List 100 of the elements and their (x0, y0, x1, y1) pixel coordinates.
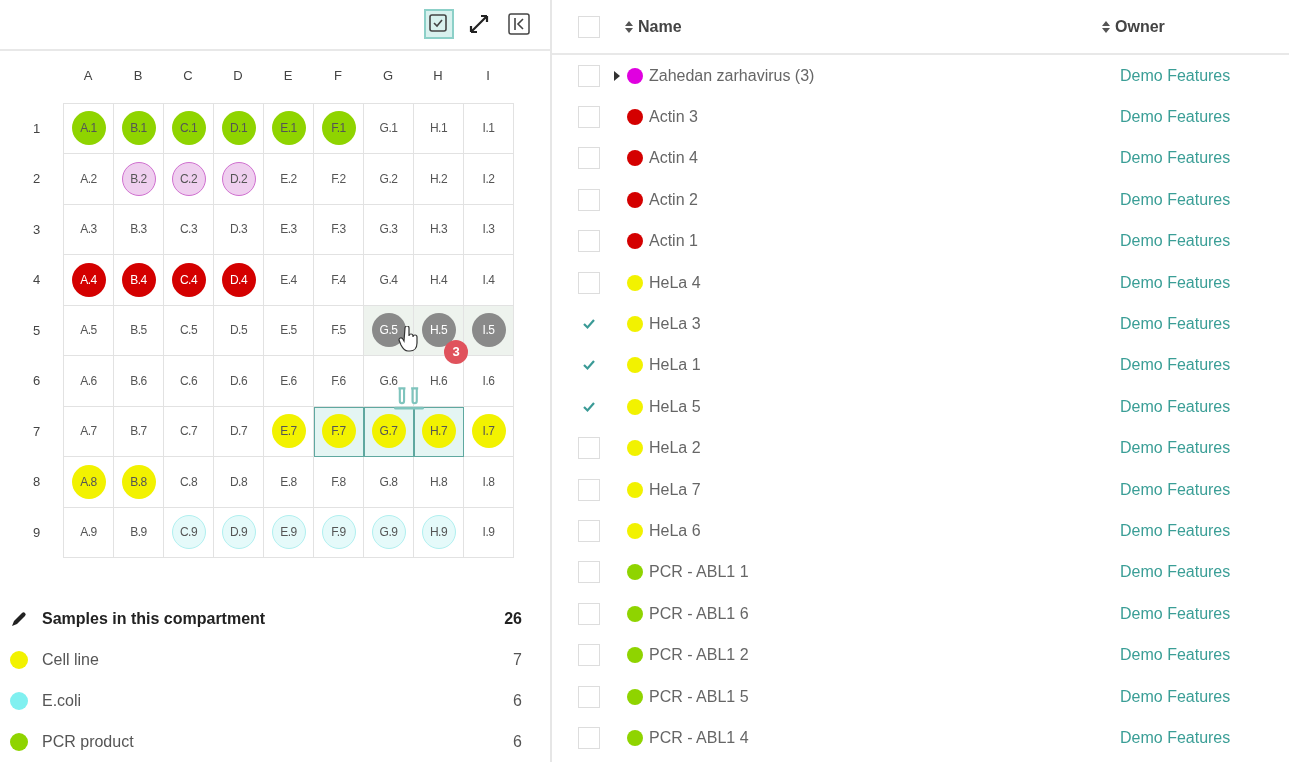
well-label[interactable]: D.3 (221, 212, 256, 247)
sample-name[interactable]: HeLa 2 (649, 439, 1120, 458)
sample-well[interactable]: B.1 (121, 111, 156, 146)
well-label[interactable]: G.3 (371, 212, 406, 247)
sample-name[interactable]: HeLa 1 (649, 356, 1120, 375)
sample-well[interactable]: H.5 (421, 313, 456, 348)
well-label[interactable]: F.4 (321, 262, 356, 297)
well-label[interactable]: E.4 (271, 262, 306, 297)
sample-name[interactable]: HeLa 6 (649, 522, 1120, 540)
well-label[interactable]: G.4 (371, 262, 406, 297)
sort-icon[interactable] (624, 19, 634, 34)
row-checkbox[interactable] (578, 644, 600, 667)
sample-name[interactable]: Zahedan zarhavirus (3) (649, 66, 1120, 85)
sample-well[interactable]: E.7 (271, 414, 306, 449)
well-label[interactable]: D.8 (221, 464, 256, 499)
well-label[interactable]: I.8 (471, 464, 506, 499)
sample-well[interactable]: G.7 (371, 414, 406, 449)
well-label[interactable]: A.5 (71, 313, 106, 348)
well-label[interactable]: H.8 (421, 464, 456, 499)
sample-well[interactable]: F.1 (321, 111, 356, 146)
well-label[interactable]: H.2 (421, 161, 456, 196)
row-checkbox[interactable] (578, 685, 600, 708)
sample-well[interactable]: A.4 (71, 262, 106, 297)
well-label[interactable]: I.1 (471, 111, 506, 146)
sample-well[interactable]: E.1 (271, 111, 306, 146)
sample-name[interactable]: PCR - ABL1 6 (649, 604, 1120, 623)
well-label[interactable]: I.6 (471, 363, 506, 398)
sample-name[interactable]: HeLa 4 (649, 273, 1120, 292)
sample-name[interactable]: PCR - ABL1 1 (649, 563, 1120, 582)
row-checkbox[interactable] (578, 478, 600, 501)
sample-well[interactable]: D.2 (221, 161, 256, 196)
sample-name[interactable]: HeLa 7 (649, 480, 1120, 499)
well-label[interactable]: A.9 (71, 515, 106, 550)
well-label[interactable]: E.5 (271, 313, 306, 348)
well-label[interactable]: G.2 (371, 161, 406, 196)
well-label[interactable]: B.6 (121, 363, 156, 398)
well-label[interactable]: B.9 (121, 515, 156, 550)
sample-name[interactable]: HeLa 3 (649, 315, 1120, 334)
well-label[interactable]: B.3 (121, 212, 156, 247)
row-checkbox[interactable] (578, 437, 600, 460)
expand-caret-icon[interactable] (613, 70, 621, 81)
sample-well[interactable]: G.9 (371, 515, 406, 550)
row-checkbox[interactable] (578, 726, 600, 749)
well-label[interactable]: C.6 (171, 363, 206, 398)
well-label[interactable]: F.6 (321, 363, 356, 398)
well-label[interactable]: I.2 (471, 161, 506, 196)
sample-well[interactable]: B.8 (121, 464, 156, 499)
well-label[interactable]: F.3 (321, 212, 356, 247)
select-mode-button[interactable] (424, 9, 454, 40)
sort-icon[interactable] (1101, 19, 1111, 34)
well-label[interactable]: D.7 (221, 414, 256, 449)
row-checkbox[interactable] (578, 271, 600, 294)
well-label[interactable]: C.5 (171, 313, 206, 348)
row-checkbox[interactable] (578, 106, 600, 129)
well-label[interactable]: F.5 (321, 313, 356, 348)
well-label[interactable]: H.3 (421, 212, 456, 247)
sample-name[interactable]: Actin 4 (649, 149, 1120, 168)
sample-well[interactable]: H.9 (421, 515, 456, 550)
well-label[interactable]: A.3 (71, 212, 106, 247)
well-label[interactable]: I.3 (471, 212, 506, 247)
sample-name[interactable]: Actin 3 (649, 108, 1120, 127)
sample-well[interactable]: I.7 (471, 414, 506, 449)
sample-well[interactable]: E.9 (271, 515, 306, 550)
row-checkbox[interactable] (578, 602, 600, 625)
well-label[interactable]: C.7 (171, 414, 206, 449)
sample-well[interactable]: C.1 (171, 111, 206, 146)
well-label[interactable]: E.2 (271, 161, 306, 196)
well-label[interactable]: B.5 (121, 313, 156, 348)
well-label[interactable]: A.7 (71, 414, 106, 449)
sample-well[interactable]: D.4 (221, 262, 256, 297)
well-label[interactable]: I.9 (471, 515, 506, 550)
sample-well[interactable]: C.4 (171, 262, 206, 297)
sample-name[interactable]: Actin 1 (649, 232, 1120, 251)
well-label[interactable]: H.1 (421, 111, 456, 146)
well-label[interactable]: C.3 (171, 212, 206, 247)
sample-well[interactable]: G.5 (371, 313, 406, 348)
well-label[interactable]: B.7 (121, 414, 156, 449)
row-checkbox[interactable] (578, 188, 600, 211)
sample-well[interactable]: A.1 (71, 111, 106, 146)
well-label[interactable]: D.6 (221, 363, 256, 398)
sample-name[interactable]: Actin 2 (649, 190, 1120, 209)
sample-name[interactable]: PCR - ABL1 5 (649, 687, 1120, 706)
well-label[interactable]: D.5 (221, 313, 256, 348)
sample-name[interactable]: PCR - ABL1 2 (649, 646, 1120, 665)
sample-well[interactable]: B.2 (121, 161, 156, 196)
well-label[interactable]: E.3 (271, 212, 306, 247)
sample-well[interactable]: I.5 (471, 313, 506, 348)
well-label[interactable]: C.8 (171, 464, 206, 499)
row-checkbox[interactable] (578, 520, 600, 542)
well-label[interactable]: G.8 (371, 464, 406, 499)
well-label[interactable]: H.6 (421, 363, 456, 398)
well-label[interactable]: I.4 (471, 262, 506, 297)
sample-well[interactable]: C.2 (171, 161, 206, 196)
sample-well[interactable]: A.8 (71, 464, 106, 499)
row-checkbox[interactable] (578, 230, 600, 253)
well-label[interactable]: G.6 (371, 363, 406, 398)
sample-well[interactable]: C.9 (171, 515, 206, 550)
sample-well[interactable]: D.1 (221, 111, 256, 146)
well-label[interactable]: E.6 (271, 363, 306, 398)
select-all-checkbox[interactable] (578, 15, 600, 38)
